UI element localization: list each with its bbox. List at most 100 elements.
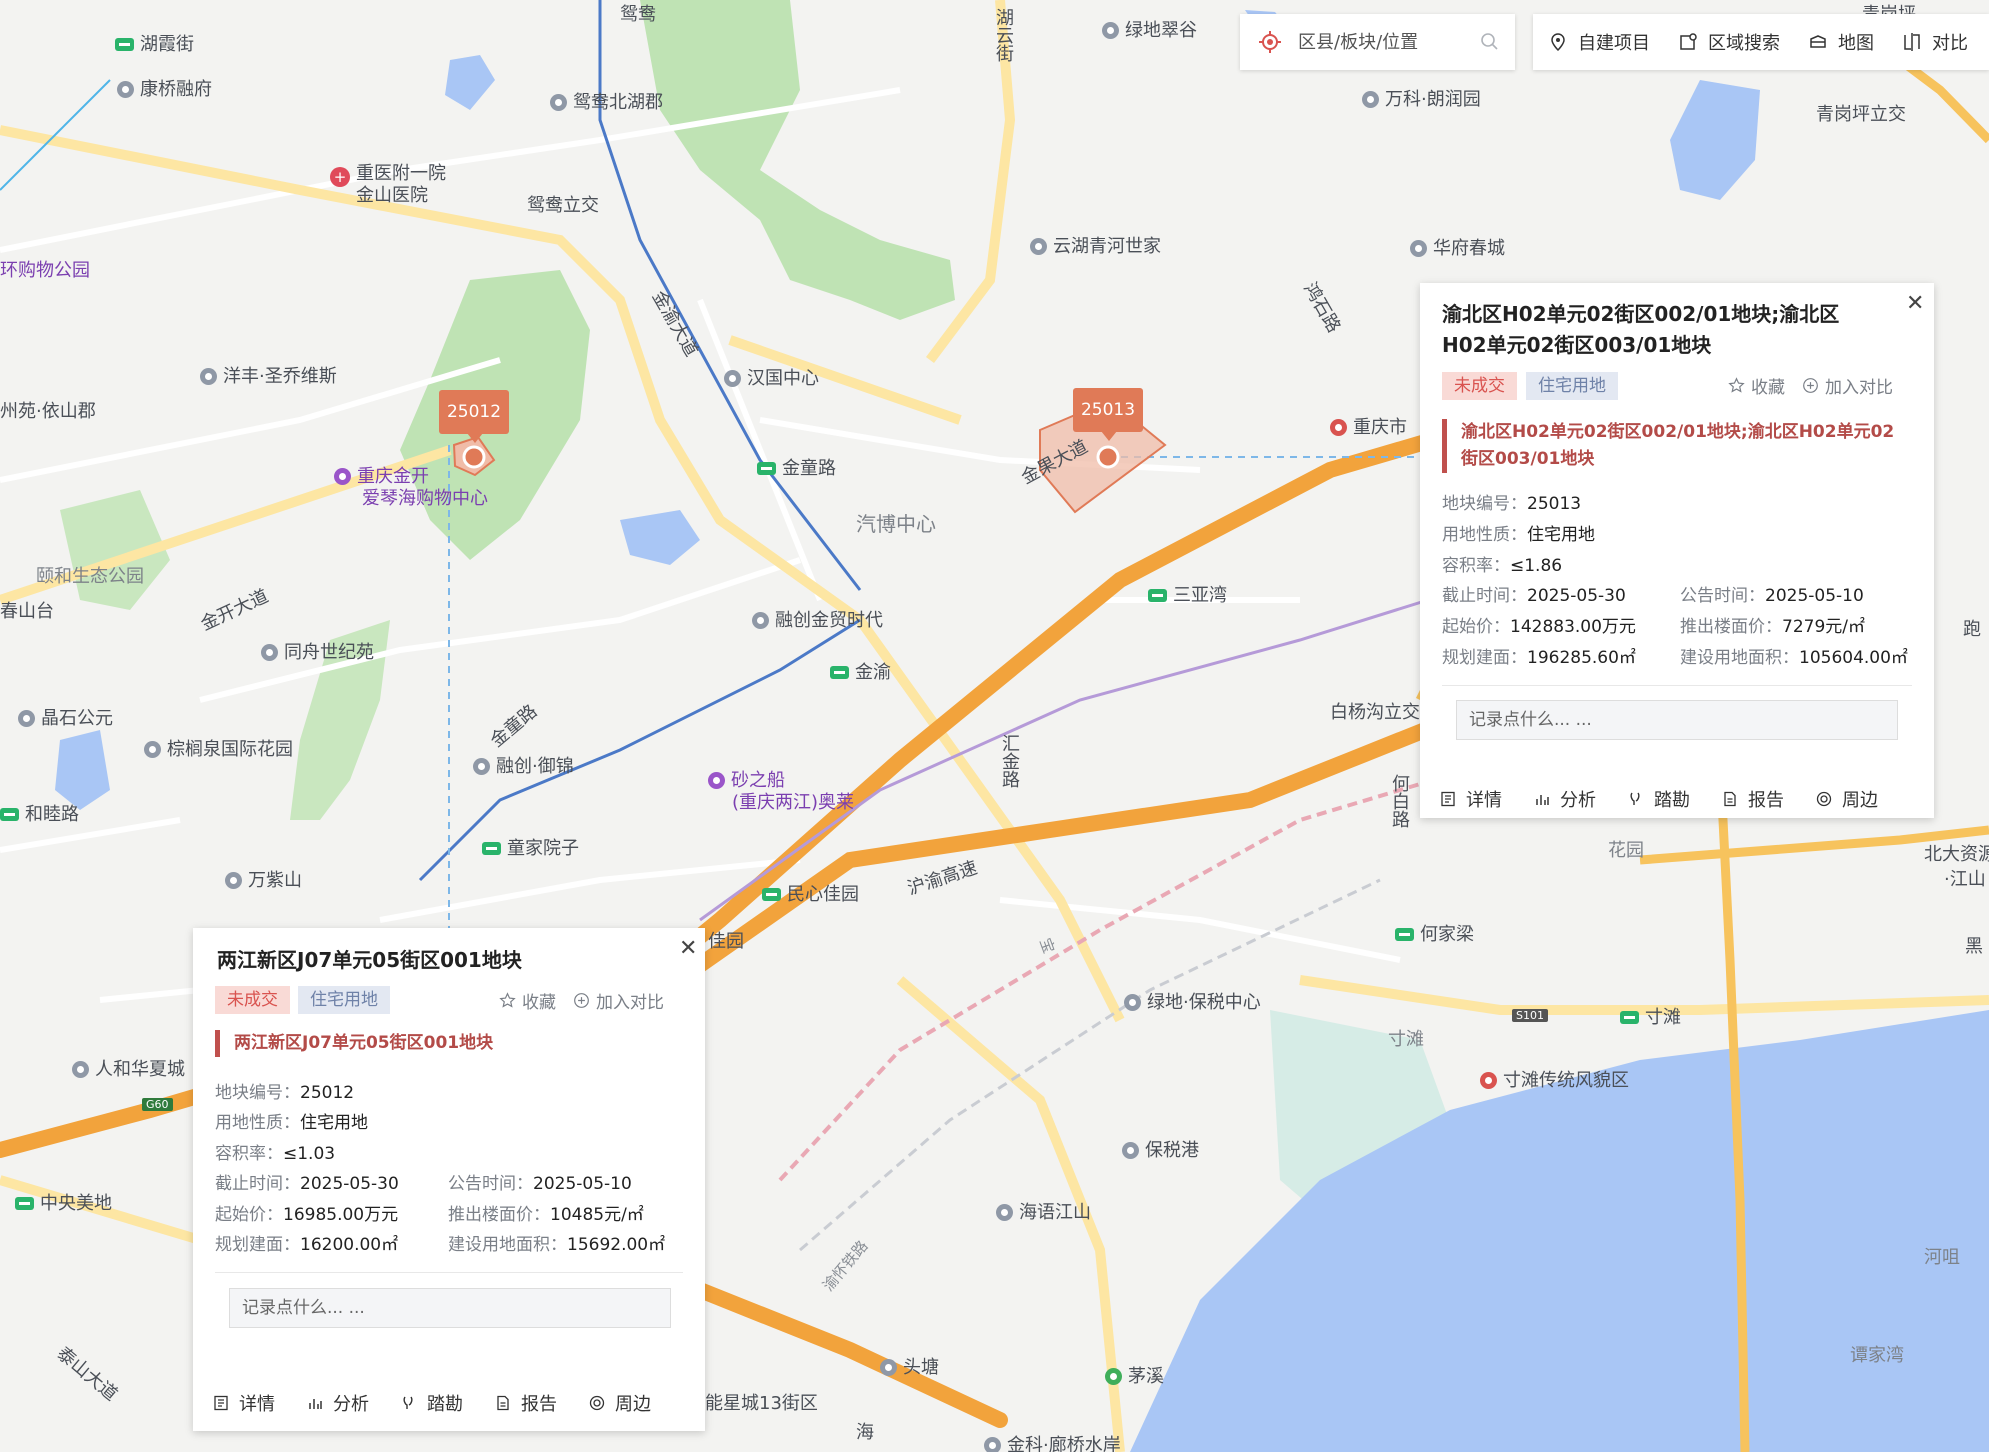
note-input[interactable] — [1456, 700, 1898, 740]
poi-chongqing-city[interactable]: 重庆市 — [1330, 413, 1407, 439]
analysis-button[interactable]: 分析 — [1534, 786, 1596, 812]
field-floor-price: 推出楼面价：7279元/㎡ — [1680, 617, 1865, 637]
field-start-price: 起始价：142883.00万元 — [1442, 617, 1636, 637]
map-layer-button[interactable]: 地图 — [1808, 29, 1874, 55]
poi-hu-xia-jie[interactable]: 湖霞街 — [115, 30, 194, 56]
park-yi-he: 颐和生态公园 — [36, 566, 144, 587]
add-compare-button[interactable]: 加入对比 — [573, 988, 664, 1013]
poi-jia-yuan[interactable]: 佳园 — [708, 927, 744, 953]
nearby-button[interactable]: 周边 — [1816, 786, 1878, 812]
poi-wan-zi-shan[interactable]: 万紫山 — [225, 866, 302, 892]
poi-outlets[interactable]: 砂之船 (重庆两江)奥莱 — [708, 770, 854, 814]
self-built-project-button[interactable]: 自建项目 — [1548, 29, 1650, 55]
locate-icon[interactable] — [1258, 30, 1282, 54]
metro-cun-tan[interactable]: 寸滩 — [1620, 1003, 1681, 1029]
poi-mall-west[interactable]: 环购物公园 — [0, 256, 90, 282]
target-icon — [589, 1395, 605, 1411]
poi-pao[interactable]: 跑 — [1963, 615, 1981, 641]
plot-info-card-25012: 两江新区J07单元05街区001地块 ✕ 未成交 住宅用地 收藏 加入对比 两江… — [193, 928, 705, 1431]
poi-neng-xing-cheng[interactable]: 能星城13街区 — [705, 1389, 818, 1415]
poi-han-guo[interactable]: 汉国中心 — [724, 364, 819, 390]
poi-cun-tan-scenic[interactable]: 寸滩传统风貌区 — [1480, 1066, 1629, 1092]
poi-zong-lv-quan[interactable]: 棕榈泉国际花园 — [144, 735, 293, 761]
poi-jing-shi[interactable]: 晶石公元 — [18, 704, 113, 730]
area-he-zui: 河咀 — [1924, 1247, 1960, 1268]
location-pin-icon — [1102, 22, 1119, 39]
metro-san-ya-wan[interactable]: 三亚湾 — [1148, 581, 1227, 607]
poi-jin-ke-lang-qiao[interactable]: 金科·廊桥水岸 — [984, 1431, 1121, 1452]
favorite-button[interactable]: 收藏 — [499, 988, 556, 1013]
poi-yi-shan-jun[interactable]: 州苑·依山郡 — [0, 397, 96, 423]
poi-lv-di-cui-gu[interactable]: 绿地翠谷 — [1102, 16, 1197, 42]
poi-rong-chuang-yu-jin[interactable]: 融创·御锦 — [473, 752, 574, 778]
road-hui-jin-lu: 汇金路 — [999, 734, 1020, 788]
plot-marker-25012[interactable]: 25012 — [439, 390, 509, 443]
details-button[interactable]: 详情 — [1440, 786, 1502, 812]
plus-circle-icon — [1803, 378, 1818, 393]
poi-yun-hu[interactable]: 云湖青河世家 — [1030, 232, 1161, 258]
metro-he-jia-liang[interactable]: 何家梁 — [1395, 920, 1474, 946]
poi-yuan-yang-bei-hu[interactable]: 鸳鸯北湖郡 — [550, 88, 663, 114]
metro-jin-tong-lu[interactable]: 金童路 — [757, 454, 836, 480]
area-cun-tan: 寸滩 — [1388, 1029, 1424, 1050]
road-qing-gang-ping: 青岗坪立交 — [1816, 104, 1906, 125]
poi-lv-di-bao-shui[interactable]: 绿地·保税中心 — [1124, 988, 1261, 1014]
road-yuan-yang-interchange: 鸳鸯立交 — [527, 195, 599, 216]
poi-yang-feng[interactable]: 洋丰·圣乔维斯 — [200, 362, 337, 388]
poi-bei-da-zi-yuan[interactable]: 北大资源 — [1924, 840, 1989, 866]
location-pin-icon — [1330, 419, 1347, 436]
metro-he-mu-lu[interactable]: 和睦路 — [0, 800, 79, 826]
metro-icon — [115, 38, 134, 51]
field-start-price: 起始价：16985.00万元 — [215, 1205, 399, 1225]
land-use-badge: 住宅用地 — [1526, 372, 1618, 400]
poi-hei[interactable]: 黑 — [1965, 932, 1983, 958]
card-subtitle: 渝北区H02单元02街区002/01地块;渝北区H02单元02街区003/01地… — [1442, 419, 1901, 473]
poi-hua-fu[interactable]: 华府春城 — [1410, 234, 1505, 260]
add-compare-button[interactable]: 加入对比 — [1802, 373, 1893, 398]
list-icon — [214, 1395, 228, 1411]
poi-rong-chuang-jin-mao[interactable]: 融创金贸时代 — [752, 606, 883, 632]
metro-tong-jia-yuan-zi[interactable]: 童家院子 — [482, 834, 579, 860]
metro-min-xin-jia-yuan[interactable]: 民心佳园 — [762, 880, 859, 906]
poi-kang-qiao[interactable]: 康桥融府 — [117, 75, 212, 101]
metro-icon — [1620, 1011, 1639, 1024]
poi-mao-xi[interactable]: 茅溪 — [1105, 1362, 1164, 1388]
report-button[interactable]: 报告 — [495, 1390, 557, 1416]
location-pin-icon — [261, 644, 278, 661]
details-button[interactable]: 详情 — [213, 1390, 275, 1416]
poi-tou-tang[interactable]: 头塘 — [880, 1353, 939, 1379]
report-button[interactable]: 报告 — [1722, 786, 1784, 812]
poi-wan-ke[interactable]: 万科·朗润园 — [1362, 85, 1481, 111]
divider — [215, 1272, 683, 1273]
plot-marker-25013[interactable]: 25013 — [1073, 388, 1143, 441]
nearby-button[interactable]: 周边 — [589, 1390, 651, 1416]
poi-ren-he-hua-xia[interactable]: 人和华夏城 — [72, 1055, 185, 1081]
location-search-input[interactable] — [1296, 30, 1480, 54]
area-qi-bo: 汽博中心 — [856, 512, 936, 536]
survey-button[interactable]: 踏勘 — [401, 1390, 463, 1416]
search-icon[interactable] — [1480, 32, 1500, 52]
analysis-button[interactable]: 分析 — [307, 1390, 369, 1416]
survey-button[interactable]: 踏勘 — [1628, 786, 1690, 812]
close-icon[interactable]: ✕ — [1906, 291, 1924, 316]
note-input[interactable] — [229, 1288, 671, 1328]
field-land-nature: 用地性质：住宅用地 — [215, 1113, 368, 1133]
metro-yuan-yang[interactable]: 鸳鸯 — [620, 0, 656, 26]
metro-jin-yu[interactable]: 金渝 — [830, 658, 891, 684]
divider — [1442, 685, 1912, 686]
metro-zhong-yang-mei-di[interactable]: 中央美地 — [15, 1189, 112, 1215]
document-icon — [1724, 791, 1736, 807]
poi-jiang-shan[interactable]: ·江山 — [1944, 865, 1986, 891]
favorite-button[interactable]: 收藏 — [1728, 373, 1785, 398]
area-search-button[interactable]: 区域搜索 — [1678, 29, 1780, 55]
poi-bao-shui-gang[interactable]: 保税港 — [1122, 1136, 1199, 1162]
poi-hai-yu-jiang-shan[interactable]: 海语江山 — [996, 1198, 1091, 1224]
poi-tong-zhou[interactable]: 同舟世纪苑 — [261, 638, 374, 664]
compare-button[interactable]: 对比 — [1902, 29, 1968, 55]
map-pin-icon — [1551, 33, 1565, 52]
close-icon[interactable]: ✕ — [679, 936, 697, 961]
field-land-nature: 用地性质：住宅用地 — [1442, 525, 1595, 545]
poi-chun-shan-tai[interactable]: 春山台 — [0, 597, 54, 623]
poi-hospital[interactable]: + 重医附一院金山医院 — [330, 163, 450, 207]
poi-aegean-mall[interactable]: 重庆金开 爱琴海购物中心 — [334, 466, 488, 510]
